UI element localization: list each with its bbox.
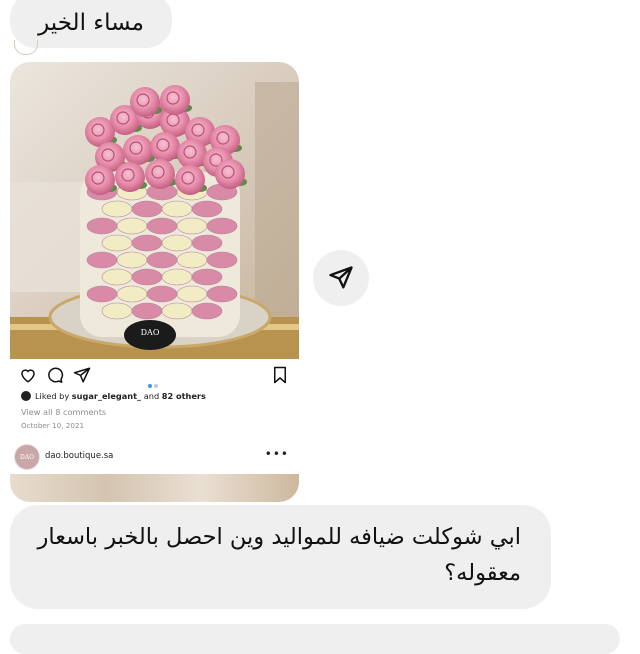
chocolate-piece [176, 251, 208, 269]
chocolate-piece [101, 234, 133, 252]
rose [130, 87, 160, 117]
heart-icon[interactable] [19, 366, 37, 384]
chocolate-piece [86, 217, 118, 235]
chocolate-piece [146, 217, 178, 235]
chocolate-piece [161, 268, 193, 286]
more-options-icon[interactable]: ••• [265, 447, 289, 461]
post-action-bar [10, 366, 299, 388]
brand-logo: DAO [141, 328, 160, 337]
rose [175, 165, 205, 195]
chocolate-piece [206, 251, 238, 269]
avatar [14, 40, 38, 55]
chocolate-piece [191, 302, 223, 320]
rose [123, 135, 153, 165]
chocolate-piece [101, 302, 133, 320]
chocolate-piece [131, 200, 163, 218]
chocolate-piece [86, 251, 118, 269]
share-button[interactable] [313, 250, 369, 306]
rose [215, 159, 245, 189]
chocolate-piece [86, 285, 118, 303]
liked-user[interactable]: sugar_elegant_ [72, 391, 141, 401]
rose [150, 132, 180, 162]
rose [145, 159, 175, 189]
account-avatar[interactable]: DAO [14, 444, 40, 470]
chocolate-piece [116, 285, 148, 303]
chocolate-piece [161, 200, 193, 218]
chocolate-piece [161, 234, 193, 252]
chocolate-piece [116, 217, 148, 235]
rose [177, 139, 207, 169]
carousel-indicator [148, 373, 160, 392]
message-text: مساء الخير [38, 10, 144, 36]
bookmark-icon[interactable] [272, 366, 288, 384]
rose [85, 165, 115, 195]
chocolate-piece [146, 285, 178, 303]
chocolate-piece [161, 302, 193, 320]
chocolate-piece [146, 251, 178, 269]
chocolate-piece [206, 285, 238, 303]
view-comments-link[interactable]: View all 8 comments [21, 407, 106, 417]
comment-icon[interactable] [46, 366, 64, 384]
chocolate-piece [176, 285, 208, 303]
chocolate-piece [176, 217, 208, 235]
chocolate-piece [206, 217, 238, 235]
send-icon[interactable] [73, 366, 91, 384]
post-date: October 10, 2021 [21, 421, 85, 430]
chocolate-piece [191, 234, 223, 252]
chocolate-piece [191, 268, 223, 286]
rose [160, 85, 190, 115]
likes-summary[interactable]: Liked by sugar_elegant_ and 82 others [21, 391, 206, 401]
account-name[interactable]: dao.boutique.sa [45, 451, 113, 461]
message-bubble-question[interactable]: ابي شوكلت ضيافه للمواليد وين احصل بالخبر… [10, 505, 551, 609]
post-account-row[interactable]: DAO dao.boutique.sa ••• [14, 444, 294, 470]
chocolate-piece [191, 200, 223, 218]
chocolate-piece [101, 200, 133, 218]
share-icon [329, 266, 353, 289]
chocolate-piece [131, 268, 163, 286]
message-bubble-partial [10, 624, 620, 654]
chocolate-piece [131, 302, 163, 320]
shared-post-card[interactable]: DAO [10, 62, 299, 502]
chocolate-piece [101, 268, 133, 286]
next-post-preview [10, 474, 299, 502]
rose [115, 162, 145, 192]
message-text: ابي شوكلت ضيافه للمواليد وين احصل بالخبر… [37, 524, 522, 586]
post-photo[interactable]: DAO [10, 62, 299, 359]
chocolate-piece [131, 234, 163, 252]
liked-count[interactable]: 82 others [162, 391, 206, 401]
liker-avatar [21, 391, 31, 401]
chocolate-piece [116, 251, 148, 269]
